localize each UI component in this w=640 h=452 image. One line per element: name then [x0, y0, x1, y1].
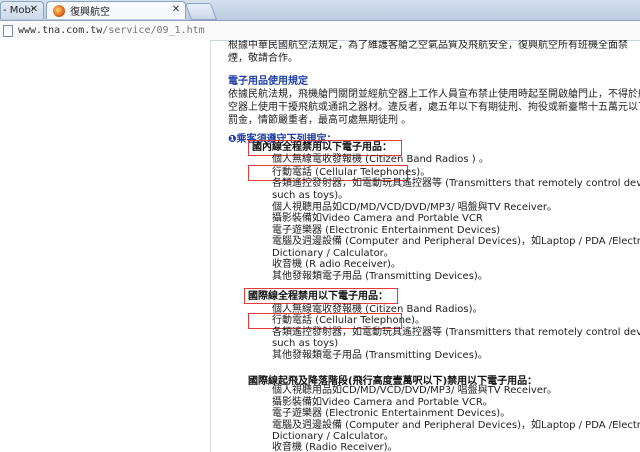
close-icon[interactable]: ✕ — [170, 4, 182, 16]
list-item: 收音機 (R adio Receiver)。 — [272, 259, 401, 270]
electronics-line-3: 罰金，情節嚴重者，最高可處無期徒刑 。 — [228, 115, 412, 126]
list-item: 個人視聽用品如CD/MD/VCD/DVD/MP3/ 唱盤與TV Receiver… — [272, 385, 558, 396]
electronics-line-2: 空器上使用干擾飛航或通訊之器材。違反者，處五年以下有期徒刑、拘役或新臺幣十五萬元… — [228, 102, 640, 113]
list-item: 行動電話 (Cellular Telephone)。 — [272, 315, 425, 326]
url-text[interactable]: www.tna.com.tw/service/09_1.htm — [18, 25, 205, 36]
list-item: 攝影裝備如Video Camera and Portable VCR — [272, 213, 483, 224]
tab-mob[interactable]: - Mob: ✕ — [0, 1, 44, 19]
list-item: 電子遊樂器 (Electronic Entertainment Devices)… — [272, 408, 511, 419]
new-tab-button[interactable] — [184, 3, 218, 20]
list-item: such as toys)。 — [272, 190, 349, 201]
page-icon — [3, 24, 13, 37]
list-item: 其他發報類電子用品 (Transmitting Devices)。 — [272, 350, 488, 361]
list-item: 各類遙控發射器，如電動玩具遙控器等 (Transmitters that rem… — [272, 178, 640, 189]
left-frame — [0, 40, 211, 452]
page-content: 根據中華民國航空法規定，為了維護客艙之空氣品質及飛航安全，復興航空所有班機全面禁… — [0, 40, 640, 452]
url-host: www.tna.com.tw — [18, 25, 103, 36]
electronics-line-1: 依據民航法規，飛機艙門關閉並經航空器上工作人員宣布禁止使用時起至開啟艙門止，不得… — [228, 89, 640, 100]
intro-line-1: 根據中華民國航空法規定，為了維護客艙之空氣品質及飛航安全，復興航空所有班機全面禁 — [228, 40, 628, 51]
list-item: such as toys) — [272, 338, 339, 349]
intro-line-2: 煙，敬請合作。 — [228, 53, 298, 64]
international-title: 國際線全程禁用以下電子用品： — [248, 291, 388, 302]
close-icon[interactable]: ✕ — [28, 4, 40, 16]
site-favicon-icon — [53, 4, 65, 17]
list-item: 收音機 (Radio Receiver)。 — [272, 442, 398, 452]
domestic-title: 國內線全程禁用以下電子用品： — [252, 142, 392, 153]
url-path: /service/09_1.htm — [102, 25, 205, 36]
electronics-title: 電子用品使用規定 — [228, 76, 308, 87]
list-item: 其他發報類電子用品 (Transmitting Devices)。 — [272, 271, 488, 282]
tab-active[interactable]: 復興航空 ✕ — [46, 1, 186, 19]
tab-label: 復興航空 — [70, 7, 110, 18]
list-item: 電腦及週邊設備 (Computer and Peripheral Devices… — [272, 236, 640, 247]
address-bar[interactable]: www.tna.com.tw/service/09_1.htm — [0, 21, 640, 41]
tab-strip: - Mob: ✕ 復興航空 ✕ — [0, 0, 640, 21]
